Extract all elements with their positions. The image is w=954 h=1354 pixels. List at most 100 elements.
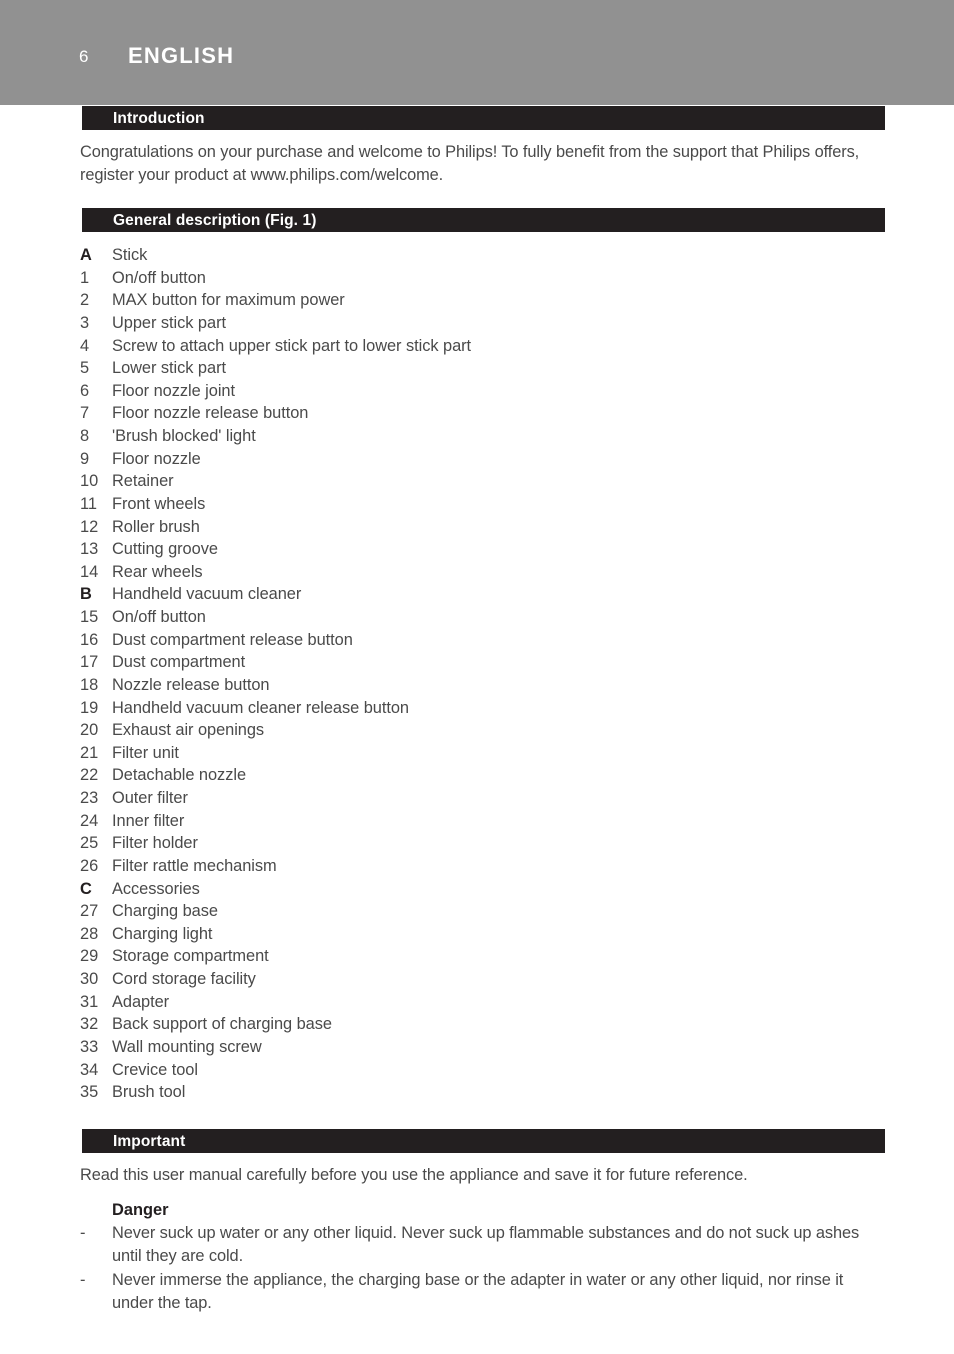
parts-list-item-key: 20 (80, 721, 99, 740)
parts-list-item: 10 Retainer (0, 470, 954, 493)
parts-list-item-key: 14 (80, 562, 99, 581)
parts-list-item-key: 30 (80, 970, 99, 988)
parts-list-item: 30 Cord storage facility (0, 968, 954, 991)
parts-list-item-label: Stick (112, 246, 148, 264)
section-header-important-label: Important (113, 1133, 186, 1150)
parts-list-item-label: On/off button (112, 608, 206, 626)
section-header-general-description: General description (Fig. 1) (82, 208, 885, 232)
parts-list-item: 35 Brush tool (0, 1081, 954, 1104)
page-language-title: ENGLISH (128, 43, 235, 68)
parts-list-item-label: Nozzle release button (112, 675, 270, 694)
parts-list-item-key: 6 (80, 381, 90, 400)
parts-list-item-label: Screw to attach upper stick part to lowe… (112, 336, 472, 355)
parts-list-item-label: Crevice tool (112, 1060, 198, 1079)
parts-list-item: 34 Crevice tool (0, 1059, 954, 1082)
parts-list-item: 14 Rear wheels (0, 561, 954, 584)
parts-list-item-key: B (80, 585, 92, 604)
parts-list-item-key: 22 (80, 766, 99, 785)
parts-list-item-label: MAX button for maximum power (112, 291, 345, 310)
parts-list-item-label: Retainer (112, 472, 174, 491)
parts-list-item-label: Exhaust air openings (112, 721, 265, 740)
parts-list-item: 16 Dust compartment release button (0, 629, 954, 652)
general-description-parts-list: A Stick 1 On/off button 2 MAX button for maxi… (0, 244, 954, 1104)
parts-list-item: A Stick (0, 244, 954, 267)
parts-list-item: 1 On/off button (0, 267, 954, 290)
danger-subheading: Danger (112, 1201, 169, 1219)
parts-list-item-label: Dust compartment release button (112, 630, 353, 649)
parts-list-item-key: 10 (80, 472, 99, 491)
danger-bullet-text: Never suck up water or any other liquid.… (112, 1224, 860, 1265)
parts-list-item: 26 Filter rattle mechanism (0, 855, 954, 878)
parts-list-item-label: Storage compartment (112, 947, 269, 966)
parts-list-item-key: 17 (80, 653, 99, 672)
parts-list-item-label: Filter unit (112, 743, 179, 762)
parts-list-item: 2 MAX button for maximum power (0, 289, 954, 312)
parts-list-item-label: Charging base (112, 902, 218, 921)
parts-list-item-label: Floor nozzle joint (112, 381, 235, 400)
parts-list-item-key: 5 (80, 359, 90, 378)
parts-list-item-label: 'Brush blocked' light (112, 427, 256, 445)
parts-list-item-key: 26 (80, 856, 99, 875)
parts-list-item: 5 Lower stick part (0, 357, 954, 380)
parts-list-item-key: C (80, 879, 92, 898)
parts-list-item: 20 Exhaust air openings (0, 719, 954, 742)
page-header-band: 6 ENGLISH (0, 0, 954, 105)
section-header-important: Important (82, 1129, 885, 1153)
parts-list-item-key: 11 (80, 494, 98, 513)
parts-list-item-label: Rear wheels (112, 562, 203, 581)
parts-list-item-label: Floor nozzle release button (112, 404, 309, 423)
parts-list-item-label: Adapter (112, 992, 170, 1011)
parts-list-item-label: Detachable nozzle (112, 766, 247, 785)
parts-list-item-key: 35 (80, 1083, 99, 1102)
danger-bullet-marker: - (80, 1271, 86, 1289)
parts-list-item-label: Brush tool (112, 1083, 186, 1102)
parts-list-item: 9 Floor nozzle (0, 448, 954, 471)
parts-list-item: 23 Outer filter (0, 787, 954, 810)
parts-list-item-key: 1 (80, 268, 90, 287)
parts-list-item: 19 Handheld vacuum cleaner release button (0, 697, 954, 720)
parts-list-item: 11 Front wheels (0, 493, 954, 516)
parts-list-item: 31 Adapter (0, 991, 954, 1014)
parts-list-item-label: Handheld vacuum cleaner (112, 585, 302, 604)
parts-list-item-label: Cord storage facility (112, 970, 256, 988)
parts-list-item-label: Lower stick part (112, 359, 226, 378)
parts-list-item-label: Handheld vacuum cleaner release button (112, 698, 409, 717)
parts-list-item-key: 19 (80, 698, 99, 717)
parts-list-item-label: Wall mounting screw (112, 1037, 262, 1056)
parts-list-item-key: 2 (80, 291, 90, 310)
parts-list-item: 29 Storage compartment (0, 945, 954, 968)
parts-list-item-label: Filter rattle mechanism (112, 856, 277, 875)
parts-list-item-key: 23 (80, 789, 99, 807)
parts-list-item-label: Inner filter (112, 811, 185, 830)
parts-list-item: 7 Floor nozzle release button (0, 402, 954, 425)
parts-list-item-key: 13 (80, 540, 99, 559)
parts-list-item-label: Roller brush (112, 517, 200, 536)
parts-list-item-key: 12 (80, 517, 99, 536)
parts-list-item: 22 Detachable nozzle (0, 764, 954, 787)
parts-list-item: 13 Cutting groove (0, 538, 954, 561)
parts-list-item-key: 4 (80, 336, 90, 355)
parts-list-item: B Handheld vacuum cleaner (0, 583, 954, 606)
parts-list-item: 15 On/off button (0, 606, 954, 629)
parts-list-item-key: 28 (80, 924, 99, 943)
parts-list-item-key: 9 (80, 449, 90, 468)
parts-list-item: 27 Charging base (0, 900, 954, 923)
section-header-general-description-label: General description (Fig. 1) (113, 212, 317, 229)
parts-list-item: 28 Charging light (0, 923, 954, 946)
parts-list-item-key: 3 (80, 313, 90, 332)
parts-list-item-key: 32 (80, 1015, 99, 1034)
parts-list-item: 4 Screw to attach upper stick part to low… (0, 335, 954, 358)
parts-list-item: 12 Roller brush (0, 516, 954, 539)
danger-bullet-marker: - (80, 1224, 86, 1242)
parts-list-item-key: 34 (80, 1060, 99, 1079)
parts-list-item-label: Filter holder (112, 834, 198, 853)
page-number: 6 (79, 47, 89, 66)
parts-list-item-key: 15 (80, 608, 99, 626)
parts-list-item: 17 Dust compartment (0, 651, 954, 674)
parts-list-item-key: 7 (80, 404, 90, 423)
parts-list-item: 3 Upper stick part (0, 312, 954, 335)
parts-list-item-label: Outer filter (112, 789, 188, 807)
parts-list-item: 33 Wall mounting screw (0, 1036, 954, 1059)
parts-list-item-key: 31 (80, 992, 99, 1011)
parts-list-item-label: Upper stick part (112, 313, 226, 332)
